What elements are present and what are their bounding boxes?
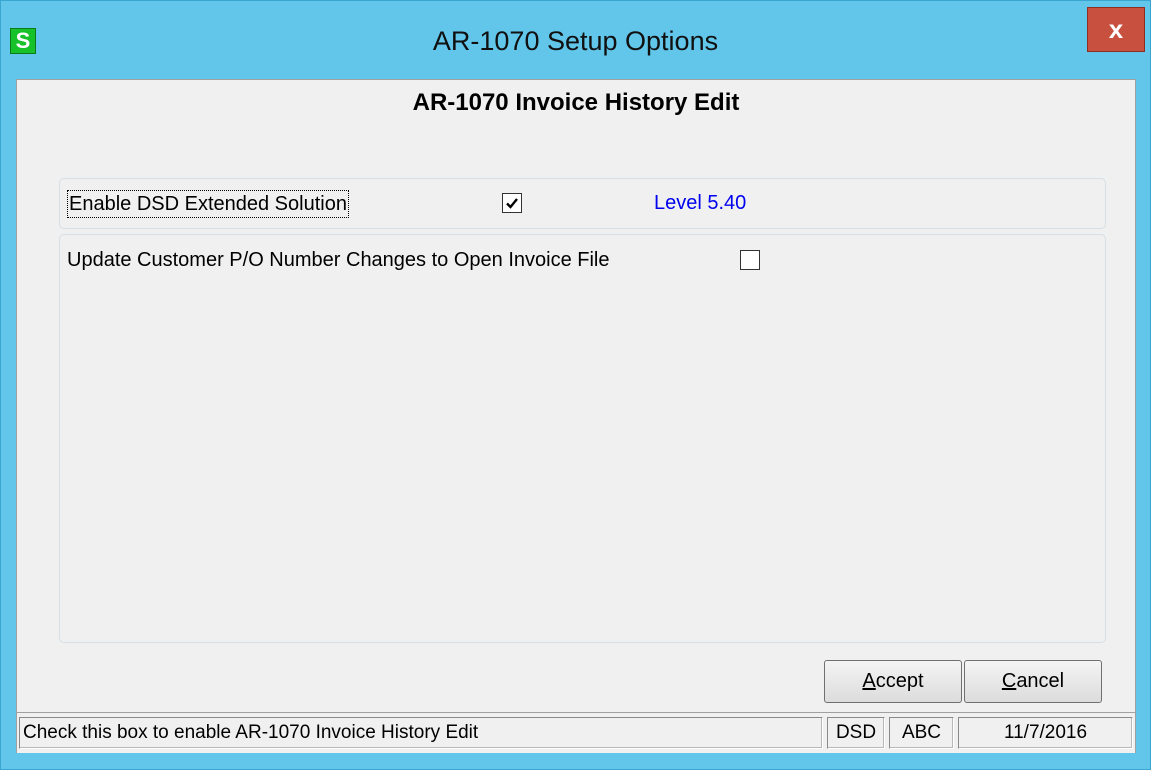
title-bar[interactable]: S AR-1070 Setup Options x [1, 1, 1150, 79]
accept-label: ccept [875, 670, 924, 692]
window-title: AR-1070 Setup Options [432, 26, 719, 56]
options-group [59, 234, 1106, 643]
setup-options-window: S AR-1070 Setup Options x AR-1070 Invoic… [0, 0, 1151, 770]
enable-dsd-checkbox[interactable] [502, 193, 522, 213]
level-value: 5.40 [707, 192, 747, 214]
dialog-heading: AR-1070 Invoice History Edit [412, 89, 740, 116]
accept-button[interactable]: Accept [824, 660, 962, 703]
checkmark-icon [506, 198, 518, 209]
enable-dsd-label[interactable]: Enable DSD Extended Solution [67, 190, 349, 218]
cancel-label: ancel [1016, 670, 1065, 692]
status-message: Check this box to enable AR-1070 Invoice… [19, 717, 823, 749]
status-company: ABC [889, 717, 954, 749]
cancel-hotkey: C [1001, 670, 1017, 692]
update-po-label[interactable]: Update Customer P/O Number Changes to Op… [67, 247, 609, 273]
level-indicator: Level 5.40 [654, 190, 746, 216]
accept-hotkey: A [862, 670, 876, 692]
status-date: 11/7/2016 [958, 717, 1133, 749]
cancel-button[interactable]: Cancel [964, 660, 1102, 703]
close-button[interactable]: x [1087, 7, 1145, 52]
status-bar: Check this box to enable AR-1070 Invoice… [17, 712, 1135, 753]
status-module: DSD [827, 717, 885, 749]
close-icon: x [1108, 14, 1124, 44]
dialog-body: AR-1070 Invoice History Edit Enable DSD … [16, 79, 1136, 753]
level-label: Level [654, 192, 702, 214]
update-po-checkbox[interactable] [740, 250, 760, 270]
